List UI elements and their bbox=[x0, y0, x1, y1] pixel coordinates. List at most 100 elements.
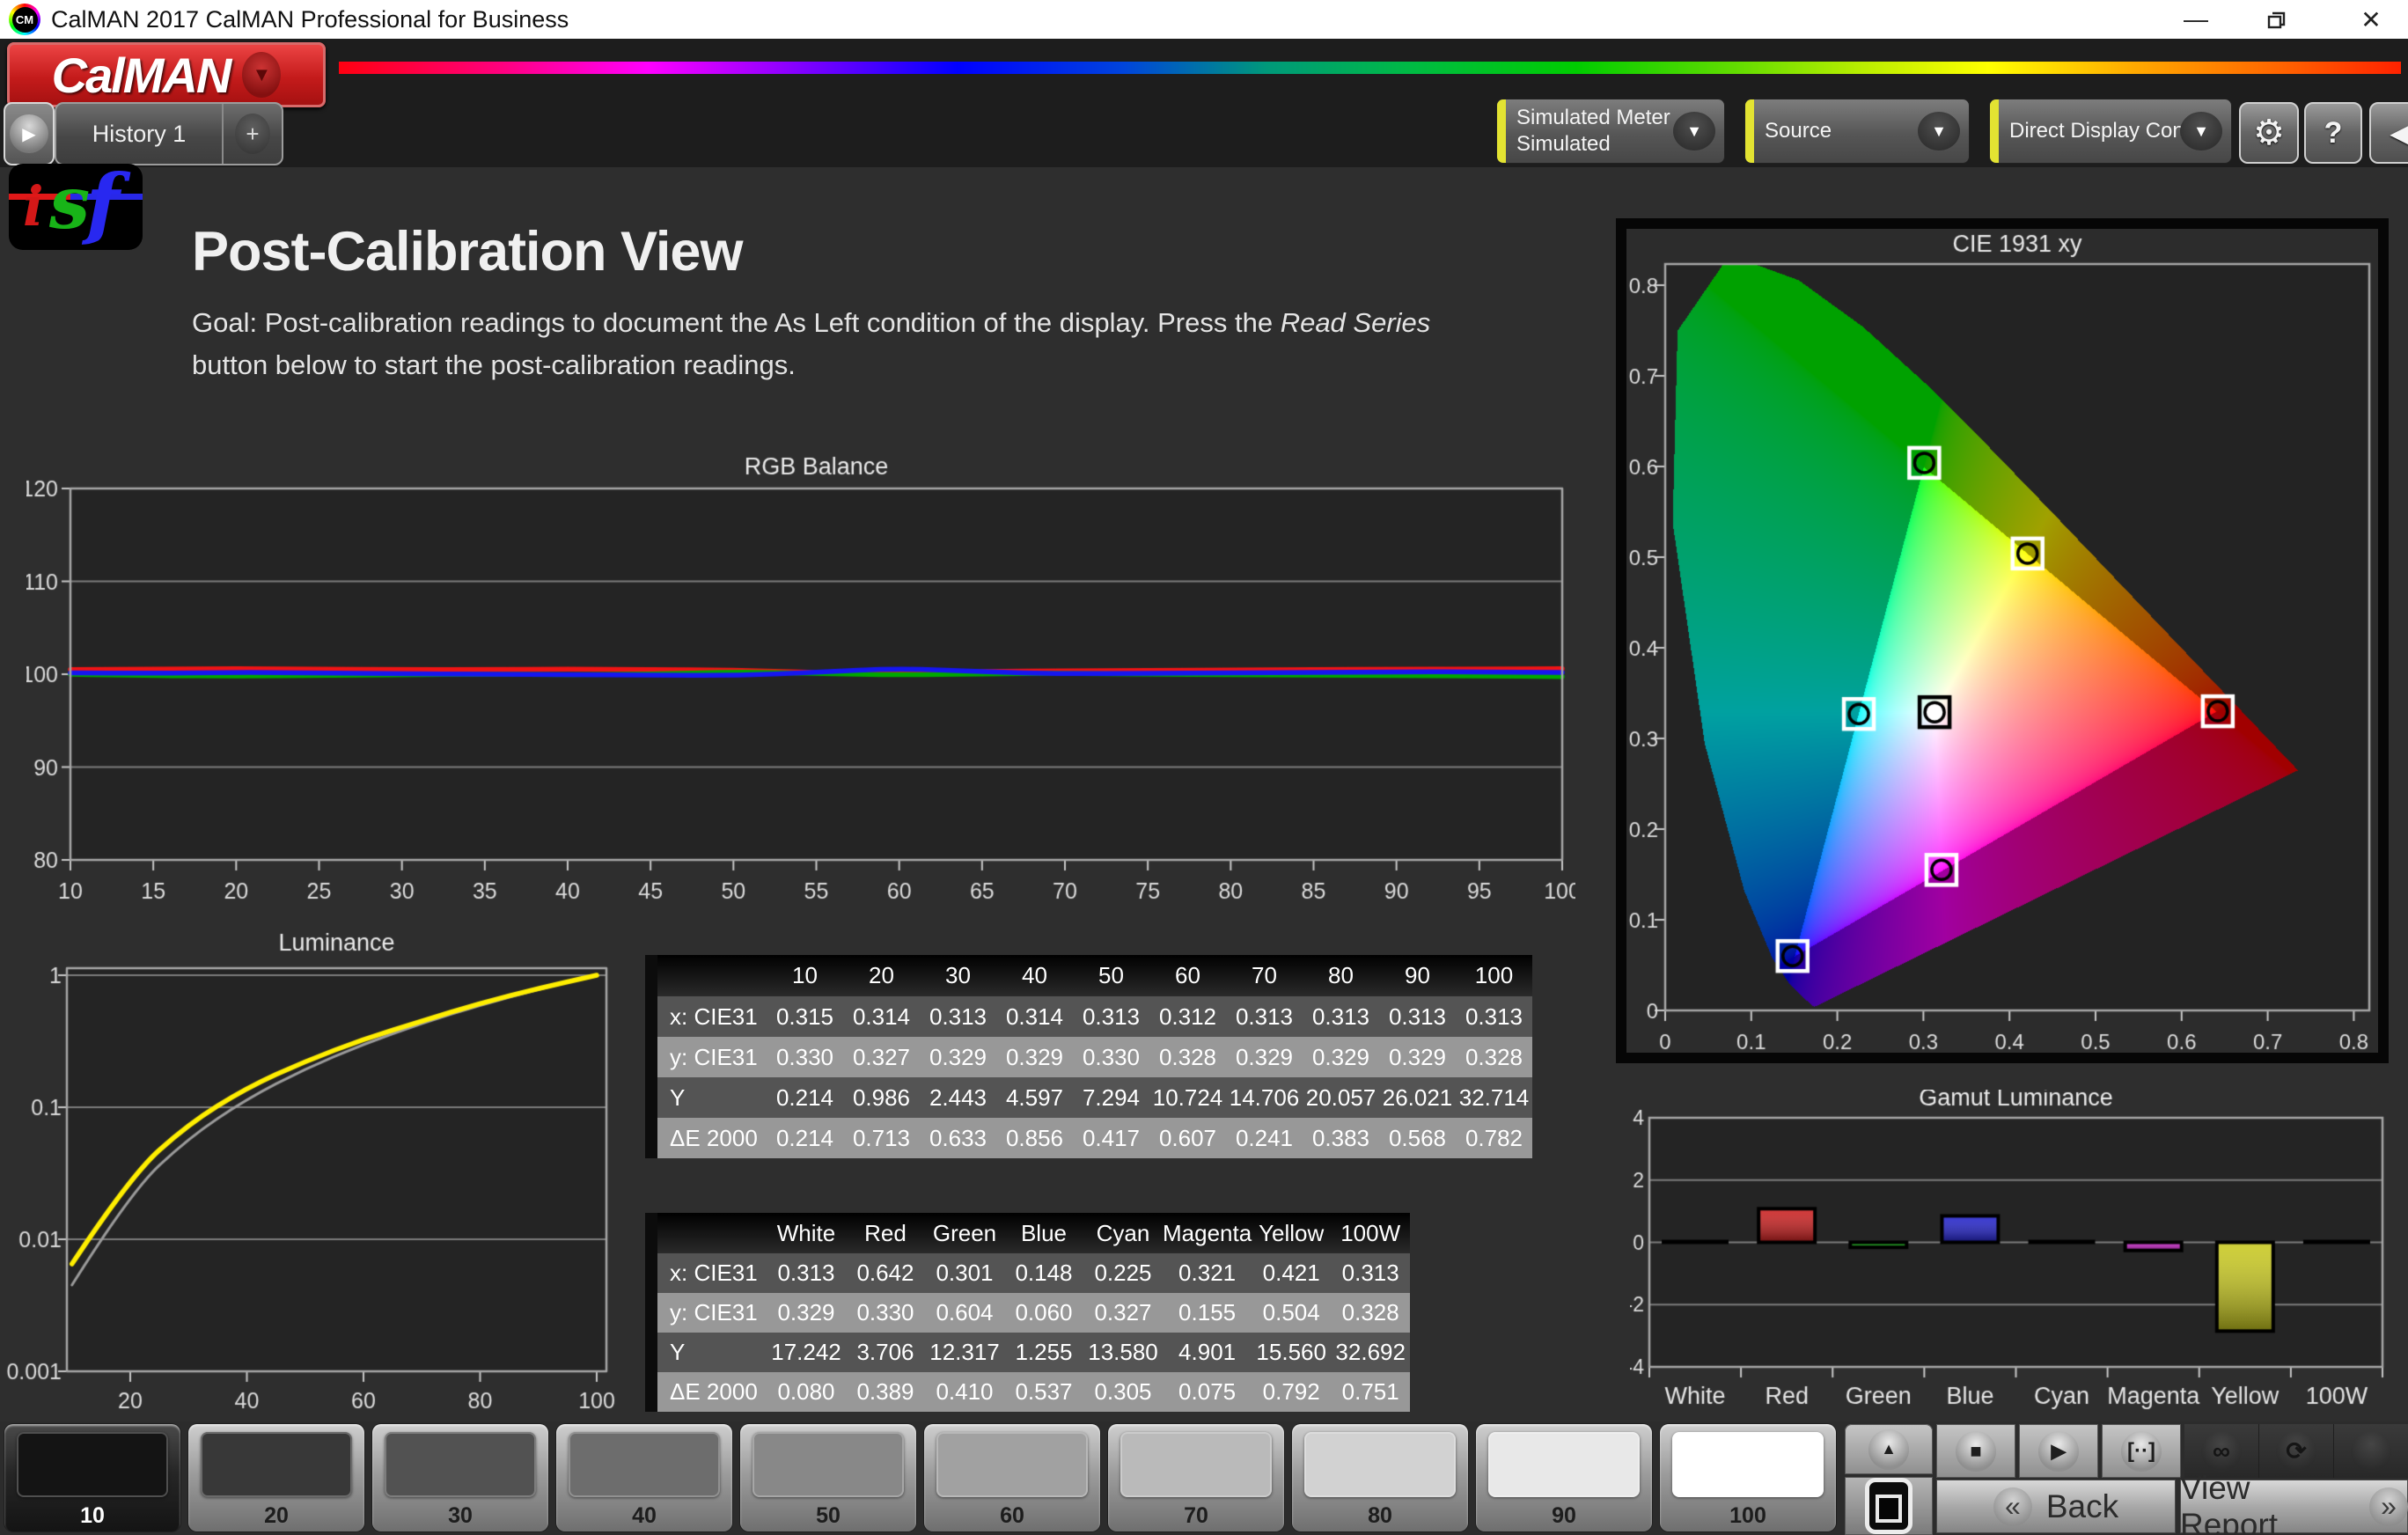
row-label: Y bbox=[670, 1083, 686, 1111]
stop-button[interactable]: ■ bbox=[1936, 1424, 2015, 1478]
source-dropdown-label: Source bbox=[1765, 119, 1832, 143]
table-cell: 4.901 bbox=[1178, 1339, 1237, 1365]
patch-label: 10 bbox=[80, 1503, 105, 1528]
table-header-cell: 90 bbox=[1405, 962, 1430, 988]
plus-icon: + bbox=[235, 114, 270, 154]
patch-button-60[interactable]: 60 bbox=[924, 1424, 1100, 1531]
window-title: CalMAN 2017 CalMAN Professional for Busi… bbox=[51, 6, 569, 33]
patch-label: 50 bbox=[816, 1503, 841, 1528]
sync-icon: ⟳ bbox=[2286, 1437, 2307, 1465]
row-label: x: CIE31 bbox=[670, 1260, 758, 1286]
table-header-cell: Red bbox=[864, 1219, 907, 1246]
rainbow-strip bbox=[339, 62, 2401, 74]
table-cell: 0.327 bbox=[1094, 1299, 1152, 1326]
tab-history-1[interactable]: History 1 bbox=[56, 121, 222, 148]
table-cell: 17.242 bbox=[771, 1339, 841, 1365]
table-cell: 0.713 bbox=[852, 1124, 911, 1151]
table-row: ΔE 2000 0.214 0.713 0.633 0.856 0.417 0.607 0.2… bbox=[657, 1118, 1532, 1158]
table-cell: 0.080 bbox=[777, 1378, 835, 1405]
gray-swatch bbox=[1120, 1432, 1272, 1497]
maximize-button[interactable] bbox=[2246, 0, 2308, 39]
patch-label: 70 bbox=[1184, 1503, 1208, 1528]
table-header-cell: Green bbox=[932, 1219, 997, 1246]
patch-button-20[interactable]: 20 bbox=[188, 1424, 364, 1531]
table-cell: 0.075 bbox=[1178, 1378, 1237, 1405]
table-cell: 0.328 bbox=[1341, 1299, 1399, 1326]
table-cell: 0.313 bbox=[1388, 1003, 1447, 1030]
table-cell: 0.214 bbox=[775, 1124, 834, 1151]
table-cell: 0.329 bbox=[1388, 1043, 1447, 1070]
source-dropdown[interactable]: Source ▼ bbox=[1744, 99, 1970, 164]
question-icon: ? bbox=[2324, 115, 2343, 150]
patch-button-90[interactable]: 90 bbox=[1476, 1424, 1652, 1531]
gear-icon: ⚙ bbox=[2253, 114, 2285, 152]
table-cell: 0.315 bbox=[775, 1003, 834, 1030]
minimize-button[interactable]: — bbox=[2165, 0, 2227, 39]
table-cell: 0.329 bbox=[1311, 1043, 1370, 1070]
pattern-window-button[interactable] bbox=[1845, 1477, 1933, 1535]
settings-button[interactable]: ⚙ bbox=[2239, 102, 2299, 164]
chevron-left-icon: ◀ bbox=[2390, 119, 2408, 147]
patch-button-70[interactable]: 70 bbox=[1108, 1424, 1284, 1531]
table-cell: 7.294 bbox=[1082, 1083, 1141, 1111]
table-cell: 0.604 bbox=[936, 1299, 994, 1326]
display-control-dropdown[interactable]: Direct Display Control ▼ bbox=[1989, 99, 2232, 164]
source-status-stripe bbox=[1745, 99, 1754, 163]
table-cell: 0.330 bbox=[775, 1043, 834, 1070]
patch-button-40[interactable]: 40 bbox=[556, 1424, 732, 1531]
table-cell: 0.421 bbox=[1262, 1260, 1320, 1286]
patch-button-50[interactable]: 50 bbox=[740, 1424, 916, 1531]
table-header-cell: 100W bbox=[1340, 1219, 1401, 1246]
patch-button-100[interactable]: 100 bbox=[1660, 1424, 1836, 1531]
table-cell: 0.214 bbox=[775, 1083, 834, 1111]
collapse-panel-button[interactable]: ◀ bbox=[2369, 102, 2408, 164]
help-button[interactable]: ? bbox=[2304, 102, 2362, 164]
table-header-cell: White bbox=[776, 1219, 836, 1246]
read-interval-button[interactable]: [··] bbox=[2102, 1424, 2181, 1478]
play-button[interactable]: ▶ bbox=[2019, 1424, 2098, 1478]
patch-label: 20 bbox=[264, 1503, 289, 1528]
patch-button-80[interactable]: 80 bbox=[1292, 1424, 1468, 1531]
patch-button-10[interactable]: 10 bbox=[4, 1424, 180, 1531]
close-button[interactable]: ✕ bbox=[2334, 0, 2408, 39]
add-tab-button[interactable]: + bbox=[224, 114, 282, 154]
isf-letter-i: i bbox=[23, 174, 44, 239]
back-arrow-icon: « bbox=[1993, 1487, 2032, 1526]
table-cell: 0.782 bbox=[1465, 1124, 1523, 1151]
meter-dropdown[interactable]: Simulated Meter Simulated ▼ bbox=[1496, 99, 1725, 164]
row-label: Y bbox=[670, 1339, 686, 1365]
luminance-chart bbox=[0, 931, 656, 1447]
isf-letter-f: f bbox=[86, 164, 120, 248]
table-cell: 13.580 bbox=[1088, 1339, 1158, 1365]
logo-menu-button[interactable]: ▼ bbox=[242, 52, 282, 98]
table-cell: 0.856 bbox=[1005, 1124, 1064, 1151]
gamut-data-table: White Red Green Blue Cyan Magenta Yellow 100W x:… bbox=[645, 1213, 1411, 1412]
gray-swatch bbox=[936, 1432, 1088, 1497]
view-report-button[interactable]: View Report » bbox=[2180, 1470, 2408, 1535]
tab-scroll-left-button[interactable]: ▶ bbox=[4, 102, 55, 165]
pattern-window-icon bbox=[1865, 1478, 1912, 1534]
minimize-icon: — bbox=[2184, 5, 2208, 33]
table-cell: 0.327 bbox=[852, 1043, 911, 1070]
bottom-bar: 10 20 30 40 50 60 70 80 90 100 ▲ ■ ▶ [··] ∞ ⟳ « B… bbox=[0, 1421, 2408, 1535]
back-button[interactable]: « Back bbox=[1936, 1480, 2176, 1533]
table-cell: 3.706 bbox=[856, 1339, 914, 1365]
row-label: y: CIE31 bbox=[670, 1299, 758, 1326]
interval-icon: [··] bbox=[2127, 1438, 2155, 1463]
table-row: Y 17.242 3.706 12.317 1.255 13.580 4.901 15.560… bbox=[657, 1333, 1411, 1372]
row-label: ΔE 2000 bbox=[670, 1124, 758, 1151]
table-cell: 0.792 bbox=[1262, 1378, 1320, 1405]
isf-letter-s: s bbox=[49, 164, 91, 246]
patch-button-30[interactable]: 30 bbox=[372, 1424, 548, 1531]
table-cell: 0.389 bbox=[856, 1378, 914, 1405]
table-cell: 26.021 bbox=[1382, 1083, 1453, 1111]
table-header-cell: 100 bbox=[1474, 962, 1514, 988]
calman-logo-button[interactable]: CalMAN ▼ bbox=[7, 42, 326, 107]
table-cell: 0.329 bbox=[777, 1299, 835, 1326]
grayscale-data-table: 10 20 30 40 50 60 70 80 90 100 x: CIE31 0.315 0.314 0… bbox=[645, 955, 1532, 1158]
table-row: x: CIE31 0.315 0.314 0.313 0.314 0.313 0.312 0.… bbox=[657, 996, 1532, 1037]
pattern-up-button[interactable]: ▲ bbox=[1845, 1424, 1933, 1474]
table-cell: 0.383 bbox=[1311, 1124, 1370, 1151]
table-cell: 0.330 bbox=[856, 1299, 914, 1326]
table-cell: 0.312 bbox=[1158, 1003, 1217, 1030]
